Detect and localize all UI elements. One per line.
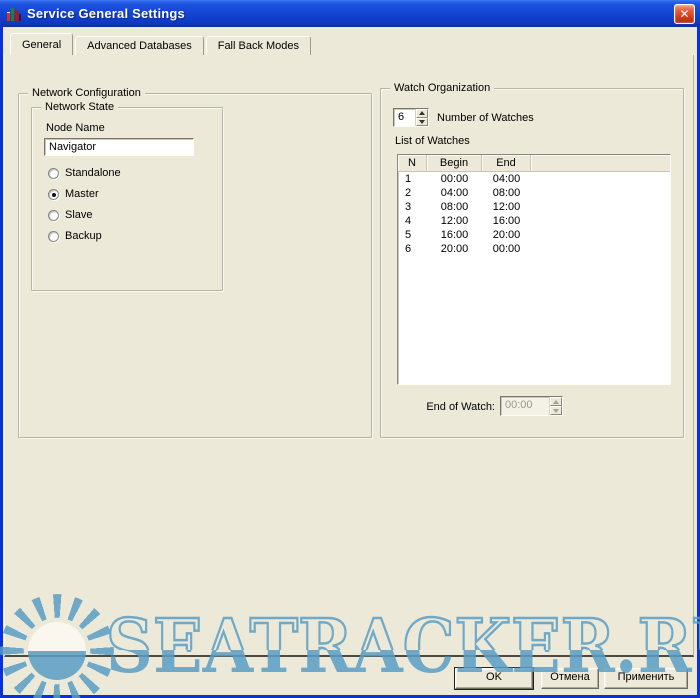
spinner-down-icon[interactable] bbox=[416, 118, 428, 127]
spinner-value: 6 bbox=[394, 109, 415, 126]
cell-n: 5 bbox=[398, 228, 427, 242]
cell-n: 2 bbox=[398, 186, 427, 200]
tab-fall-back-modes[interactable]: Fall Back Modes bbox=[206, 36, 311, 55]
radio-label: Backup bbox=[65, 230, 102, 242]
ok-button[interactable]: OK bbox=[455, 668, 533, 689]
table-row[interactable]: 4 12:00 16:00 bbox=[398, 214, 670, 228]
number-of-watches-spinner[interactable]: 6 bbox=[393, 108, 429, 127]
cell-end: 00:00 bbox=[482, 242, 531, 256]
cell-begin: 20:00 bbox=[427, 242, 482, 256]
window-title: Service General Settings bbox=[27, 6, 185, 21]
column-header-n[interactable]: N bbox=[398, 155, 427, 171]
end-of-watch-spinner: 00:00 bbox=[500, 396, 563, 416]
group-label: Network Configuration bbox=[28, 87, 145, 100]
list-header: N Begin End bbox=[398, 155, 670, 172]
radio-backup[interactable]: Backup bbox=[48, 229, 102, 243]
titlebar[interactable]: Service General Settings ✕ bbox=[0, 0, 700, 27]
service-general-settings-dialog: Service General Settings ✕ General Advan… bbox=[0, 0, 700, 698]
cell-begin: 12:00 bbox=[427, 214, 482, 228]
table-row[interactable]: 1 00:00 04:00 bbox=[398, 172, 670, 186]
watches-list[interactable]: N Begin End 1 00:00 04:00 2 04:00 08:00 bbox=[397, 154, 671, 385]
close-icon[interactable]: ✕ bbox=[674, 4, 695, 24]
cell-begin: 08:00 bbox=[427, 200, 482, 214]
end-of-watch-label: End of Watch: bbox=[421, 401, 495, 413]
column-header-filler bbox=[531, 155, 670, 171]
radio-circle-icon bbox=[48, 189, 59, 200]
apply-button[interactable]: Применить bbox=[604, 668, 688, 689]
cell-end: 04:00 bbox=[482, 172, 531, 186]
cell-begin: 00:00 bbox=[427, 172, 482, 186]
table-row[interactable]: 5 16:00 20:00 bbox=[398, 228, 670, 242]
spinner-up-icon[interactable] bbox=[416, 109, 428, 118]
cell-end: 12:00 bbox=[482, 200, 531, 214]
radio-master[interactable]: Master bbox=[48, 187, 99, 201]
table-row[interactable]: 2 04:00 08:00 bbox=[398, 186, 670, 200]
cell-end: 08:00 bbox=[482, 186, 531, 200]
tab-general[interactable]: General bbox=[10, 33, 73, 55]
cell-n: 3 bbox=[398, 200, 427, 214]
group-network-state: Network State Node Name Standalone Maste… bbox=[31, 107, 223, 291]
radio-standalone[interactable]: Standalone bbox=[48, 166, 121, 180]
radio-circle-icon bbox=[48, 168, 59, 179]
cell-n: 1 bbox=[398, 172, 427, 186]
radio-circle-icon bbox=[48, 231, 59, 242]
number-of-watches-label: Number of Watches bbox=[437, 112, 534, 124]
list-of-watches-label: List of Watches bbox=[395, 135, 470, 147]
group-label: Watch Organization bbox=[390, 82, 494, 95]
group-label: Network State bbox=[41, 101, 118, 114]
cell-n: 6 bbox=[398, 242, 427, 256]
dialog-content: General Advanced Databases Fall Back Mod… bbox=[3, 27, 697, 695]
node-name-input[interactable] bbox=[44, 138, 194, 156]
tab-advanced-databases[interactable]: Advanced Databases bbox=[75, 36, 204, 55]
radio-circle-icon bbox=[48, 210, 59, 221]
column-header-begin[interactable]: Begin bbox=[427, 155, 482, 171]
cell-end: 16:00 bbox=[482, 214, 531, 228]
table-row[interactable]: 3 08:00 12:00 bbox=[398, 200, 670, 214]
spinner-up-icon bbox=[550, 397, 562, 406]
column-header-end[interactable]: End bbox=[482, 155, 531, 171]
tab-page-general: Network Configuration Network State Node… bbox=[4, 55, 694, 657]
cell-begin: 04:00 bbox=[427, 186, 482, 200]
cell-end: 20:00 bbox=[482, 228, 531, 242]
node-name-label: Node Name bbox=[46, 122, 105, 134]
radio-label: Master bbox=[65, 188, 99, 200]
radio-label: Standalone bbox=[65, 167, 121, 179]
radio-dot-icon bbox=[52, 193, 56, 197]
cell-begin: 16:00 bbox=[427, 228, 482, 242]
app-icon bbox=[6, 6, 22, 22]
spinner-down-icon bbox=[550, 406, 562, 415]
radio-slave[interactable]: Slave bbox=[48, 208, 93, 222]
table-row[interactable]: 6 20:00 00:00 bbox=[398, 242, 670, 256]
group-network-configuration: Network Configuration Network State Node… bbox=[18, 93, 372, 438]
tab-strip: General Advanced Databases Fall Back Mod… bbox=[10, 33, 313, 55]
group-watch-organization: Watch Organization 6 Number of Watches L… bbox=[380, 88, 684, 438]
radio-label: Slave bbox=[65, 209, 93, 221]
cancel-button[interactable]: Отмена bbox=[541, 668, 599, 689]
cell-n: 4 bbox=[398, 214, 427, 228]
spinner-value: 00:00 bbox=[501, 397, 549, 415]
